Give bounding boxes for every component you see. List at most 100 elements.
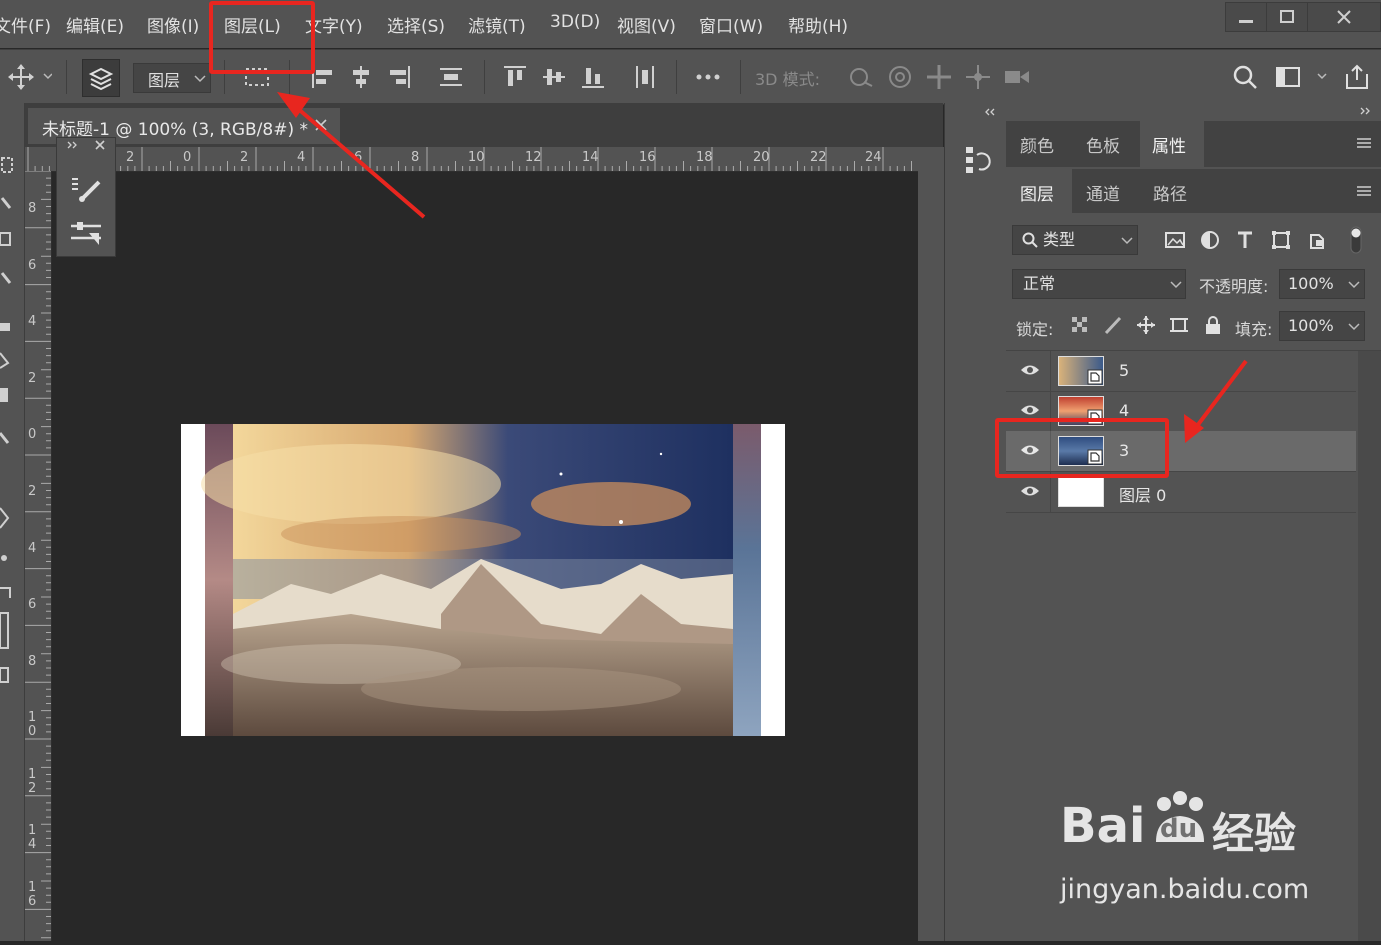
tab-channels[interactable]: 通道 xyxy=(1086,180,1120,205)
align-right-button[interactable] xyxy=(384,62,414,92)
auto-select-target-dropdown[interactable]: 图层 xyxy=(133,63,211,93)
document-canvas[interactable] xyxy=(181,424,785,736)
layers-scrollbar[interactable] xyxy=(1358,351,1381,941)
layers-menu-icon[interactable] xyxy=(1356,185,1372,197)
ruler-label: 2 xyxy=(240,150,249,165)
share-icon xyxy=(1346,64,1368,89)
menu-image[interactable]: 图像(I) xyxy=(147,12,199,37)
3d-scale-button[interactable] xyxy=(1002,62,1032,92)
ruler-label: 0 xyxy=(183,150,192,165)
menu-3d[interactable]: 3D(D) xyxy=(550,12,600,32)
ruler-label: 2 xyxy=(28,484,37,499)
filter-type-icon[interactable] xyxy=(1234,229,1256,251)
lock-all-icon[interactable] xyxy=(1203,315,1223,335)
move-tool-preset[interactable] xyxy=(6,62,53,92)
watermark-url: jingyan.baidu.com xyxy=(1060,874,1310,905)
brush-settings-button[interactable] xyxy=(69,174,103,204)
panel-menu-icon[interactable] xyxy=(1356,137,1372,149)
eye-icon[interactable] xyxy=(1020,363,1040,377)
distribute-h-icon xyxy=(636,66,654,88)
filter-pixel-icon[interactable] xyxy=(1164,229,1186,251)
ruler-label: 16 xyxy=(639,150,656,165)
filter-shape-icon[interactable] xyxy=(1270,229,1292,251)
menu-view[interactable]: 视图(V) xyxy=(617,12,676,37)
menu-edit[interactable]: 编辑(E) xyxy=(66,12,124,37)
3d-roll-button[interactable] xyxy=(885,62,915,92)
3d-slide-button[interactable] xyxy=(963,62,993,92)
restore-button[interactable] xyxy=(1266,2,1308,32)
ruler-label: 0 xyxy=(28,427,37,442)
annotation-box-layer-menu xyxy=(209,1,315,74)
chevron-down-icon xyxy=(1121,237,1133,245)
align-bottom-button[interactable] xyxy=(578,62,608,92)
menu-window[interactable]: 窗口(W) xyxy=(699,12,763,37)
ruler-label: 22 xyxy=(810,150,827,165)
watermark-du: du xyxy=(1160,814,1198,844)
menu-filter[interactable]: 滤镜(T) xyxy=(468,12,526,37)
filter-smartobject-icon[interactable] xyxy=(1306,229,1328,251)
tab-swatches[interactable]: 色板 xyxy=(1086,132,1120,157)
annotation-box-layer-3 xyxy=(995,418,1169,478)
chevron-down-icon[interactable] xyxy=(1348,280,1360,290)
align-vcenter-icon xyxy=(543,69,565,85)
lock-artboard-icon[interactable] xyxy=(1169,315,1189,335)
filter-toggle-switch[interactable] xyxy=(1348,225,1364,255)
pan-icon xyxy=(927,65,951,89)
layer-row[interactable]: 图层 0 xyxy=(1006,472,1356,513)
blend-mode-label: 正常 xyxy=(1023,274,1056,293)
vertical-ruler[interactable]: 8 6 4 2 0 2 4 6 8 1 0 1 2 1 4 1 6 xyxy=(25,171,52,941)
ruler-label: 1 2 xyxy=(28,767,37,796)
workspace-button[interactable] xyxy=(1274,62,1330,92)
eye-icon[interactable] xyxy=(1020,484,1040,498)
menu-select[interactable]: 选择(S) xyxy=(387,12,445,37)
minimize-icon xyxy=(1239,20,1253,23)
eye-icon[interactable] xyxy=(1020,403,1040,417)
ruler-label: 4 xyxy=(28,314,37,329)
menu-help[interactable]: 帮助(H) xyxy=(788,12,848,37)
watermark-jingyan: 经验 xyxy=(1212,809,1297,858)
auto-select-toggle[interactable] xyxy=(82,59,120,97)
lock-label: 锁定: xyxy=(1016,320,1054,339)
options-bar: 图层 3D 模式: xyxy=(0,49,1381,105)
ruler-label: 2 xyxy=(126,150,135,165)
history-panel-button[interactable] xyxy=(963,141,993,177)
share-button[interactable] xyxy=(1342,62,1372,92)
3d-orbit-button[interactable] xyxy=(846,62,876,92)
distribute-horizontal-button[interactable] xyxy=(630,62,660,92)
ruler-label: 24 xyxy=(865,150,882,165)
baidu-watermark: Bai du 经验 jingyan.baidu.com xyxy=(1060,790,1310,905)
tab-properties[interactable]: 属性 xyxy=(1152,132,1186,157)
distribute-vertical-button[interactable] xyxy=(436,62,466,92)
tab-layers[interactable]: 图层 xyxy=(1020,180,1054,205)
close-tab-icon[interactable] xyxy=(314,118,328,132)
chevron-down-icon[interactable] xyxy=(1348,322,1360,332)
collapse-arrows-icon[interactable] xyxy=(945,103,1006,123)
layer-row[interactable]: 5 xyxy=(1006,351,1356,392)
align-top-button[interactable] xyxy=(500,62,530,92)
horizontal-ruler[interactable]: 2 0 2 4 6 8 10 12 14 16 18 20 22 24 xyxy=(25,147,918,172)
more-options-button[interactable] xyxy=(693,62,723,92)
menu-file[interactable]: 文件(F) xyxy=(0,12,51,37)
lock-position-icon[interactable] xyxy=(1136,315,1156,335)
smart-object-icon xyxy=(1087,369,1103,385)
close-window-button[interactable] xyxy=(1307,2,1381,32)
lock-transparent-icon[interactable] xyxy=(1070,315,1090,335)
tab-color[interactable]: 颜色 xyxy=(1020,132,1054,157)
ruler-label: 8 xyxy=(28,201,37,216)
lock-pixels-icon[interactable] xyxy=(1103,315,1123,335)
slide-icon xyxy=(966,65,990,89)
search-button[interactable] xyxy=(1230,62,1260,92)
chevron-down-icon xyxy=(1170,281,1182,289)
blend-mode-dropdown[interactable]: 正常 xyxy=(1012,269,1186,299)
layer-name: 5 xyxy=(1119,361,1130,380)
filter-adjustment-icon[interactable] xyxy=(1199,229,1221,251)
minimize-button[interactable] xyxy=(1225,2,1267,32)
landscape-image xyxy=(201,424,761,736)
tab-paths[interactable]: 路径 xyxy=(1153,180,1187,205)
align-middle-button[interactable] xyxy=(539,62,569,92)
adjust-settings-button[interactable] xyxy=(69,218,103,248)
restore-icon xyxy=(1280,10,1294,23)
3d-pan-button[interactable] xyxy=(924,62,954,92)
align-center-h-button[interactable] xyxy=(346,62,376,92)
expand-arrows-icon[interactable] xyxy=(1006,103,1381,121)
